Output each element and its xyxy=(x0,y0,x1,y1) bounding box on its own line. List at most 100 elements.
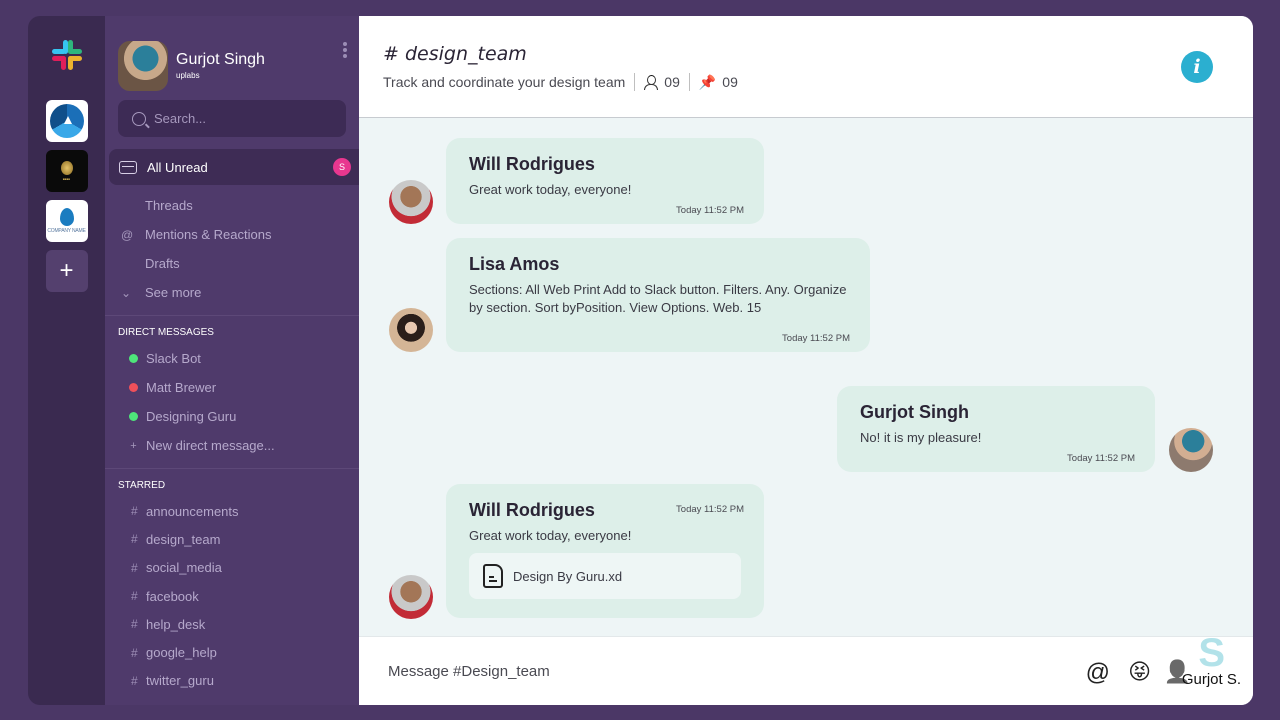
message-item: Lisa Amos Sections: All Web Print Add to… xyxy=(446,238,870,352)
plus-icon: + xyxy=(130,439,137,452)
crest-icon xyxy=(60,161,73,175)
search-placeholder: Search... xyxy=(154,111,207,126)
workspace-rail: ■■■■ COMPANY NAME + xyxy=(28,16,105,705)
channel-title: # design_team xyxy=(383,43,527,65)
message-timestamp: Today 11:52 PM xyxy=(676,504,744,515)
hash-icon: # xyxy=(131,532,138,547)
channel-label: facebook xyxy=(146,588,199,604)
message-timestamp: Today 11:52 PM xyxy=(782,333,850,344)
message-list: Will Rodrigues Great work today, everyon… xyxy=(359,118,1253,636)
watermark-text: Gurjot S. xyxy=(1181,671,1241,688)
starred-channel-design-team[interactable]: # design_team xyxy=(105,525,359,553)
workspace-label: COMPANY NAME xyxy=(47,228,86,234)
channel-label: design_team xyxy=(146,531,221,547)
nav-label: See more xyxy=(145,285,202,300)
starred-heading: STARRED xyxy=(118,480,166,491)
watermark-logo: S xyxy=(1198,631,1225,675)
add-workspace-button[interactable]: + xyxy=(45,250,88,292)
message-item: Will Rodrigues Today 11:52 PM Great work… xyxy=(446,484,764,618)
nav-label: All Unread xyxy=(147,159,208,175)
nav-mentions-reactions[interactable]: @ Mentions & Reactions xyxy=(105,220,359,249)
workspace-company-name[interactable]: COMPANY NAME xyxy=(45,200,88,242)
nav-drafts[interactable]: Drafts xyxy=(105,249,359,278)
workspace-logo-icon xyxy=(49,104,84,138)
new-direct-message-button[interactable]: + New direct message... xyxy=(105,431,359,460)
divider xyxy=(688,73,690,91)
divider xyxy=(634,73,636,91)
message-text: No! it is my pleasure! xyxy=(860,430,982,445)
avatar[interactable] xyxy=(1169,428,1213,472)
search-icon xyxy=(132,111,146,126)
unread-badge: S xyxy=(333,158,351,176)
profile-name: Gurjot Singh xyxy=(176,51,265,68)
channel-description: Track and coordinate your design team xyxy=(383,74,626,90)
channel-label: google_help xyxy=(146,645,217,661)
file-icon xyxy=(483,564,503,588)
starred-channel-list: # announcements # design_team # social_media #… xyxy=(105,497,359,695)
channel-label: social_media xyxy=(146,560,222,576)
message-timestamp: Today 11:52 PM xyxy=(1067,453,1135,464)
avatar[interactable] xyxy=(389,180,433,224)
inbox-icon xyxy=(119,160,137,174)
dm-label: New direct message... xyxy=(146,438,275,453)
starred-channel-help-desk[interactable]: # help_desk xyxy=(105,610,359,638)
nav-threads[interactable]: Threads xyxy=(105,191,359,220)
workspace-gold-crest[interactable]: ■■■■ xyxy=(45,150,88,192)
pins-count[interactable]: 09 xyxy=(722,74,738,90)
slack-logo-icon[interactable] xyxy=(50,38,84,72)
message-text: Great work today, everyone! xyxy=(469,182,632,197)
hash-icon: # xyxy=(131,560,138,575)
message-item-own: Gurjot Singh No! it is my pleasure! Toda… xyxy=(837,386,1155,472)
profile-header[interactable]: Gurjot Singh uplabs xyxy=(105,16,359,100)
message-author[interactable]: Gurjot Singh xyxy=(860,402,1132,423)
dm-label: Slack Bot xyxy=(146,351,201,366)
starred-channel-facebook[interactable]: # facebook xyxy=(105,582,359,610)
workspace-blue-circle[interactable] xyxy=(45,100,88,142)
slack-app: ■■■■ COMPANY NAME + Gurjot Singh uplabs … xyxy=(28,16,1253,705)
status-online-icon xyxy=(129,412,138,421)
hash-icon: # xyxy=(131,617,138,632)
at-icon: @ xyxy=(121,227,134,242)
profile-avatar[interactable] xyxy=(118,40,168,91)
nav-see-more[interactable]: ⌄ See more xyxy=(105,278,359,307)
starred-channel-twitter-guru[interactable]: # twitter_guru xyxy=(105,667,359,695)
dm-slack-bot[interactable]: Slack Bot xyxy=(105,344,359,373)
members-count[interactable]: 09 xyxy=(664,74,680,90)
message-input[interactable] xyxy=(388,662,988,680)
hash-icon: # xyxy=(131,673,138,688)
channel-label: help_desk xyxy=(146,616,206,632)
status-online-icon xyxy=(129,354,138,363)
channel-sidebar: Gurjot Singh uplabs Search... All Unread… xyxy=(105,16,359,705)
starred-channel-social-media[interactable]: # social_media xyxy=(105,554,359,582)
members-icon[interactable] xyxy=(644,74,659,90)
avatar[interactable] xyxy=(389,575,433,619)
nav-all-unread[interactable]: All Unread S xyxy=(109,149,359,185)
hash-icon: # xyxy=(131,589,138,604)
nav-label: Threads xyxy=(145,198,193,213)
message-author[interactable]: Lisa Amos xyxy=(469,254,847,275)
info-button[interactable]: i xyxy=(1181,51,1213,83)
dm-label: Matt Brewer xyxy=(146,380,217,395)
starred-channel-google-help[interactable]: # google_help xyxy=(105,638,359,666)
dm-matt-brewer[interactable]: Matt Brewer xyxy=(105,373,359,402)
message-text: Great work today, everyone! xyxy=(469,528,632,543)
file-attachment[interactable]: Design By Guru.xd xyxy=(469,553,741,599)
file-name: Design By Guru.xd xyxy=(513,568,623,584)
message-author[interactable]: Will Rodrigues xyxy=(469,154,741,175)
avatar[interactable] xyxy=(389,308,433,352)
workspace-logo-text: ■■■■ xyxy=(62,177,71,181)
channel-view: # design_team Track and coordinate your … xyxy=(359,16,1253,705)
dm-designing-guru[interactable]: Designing Guru xyxy=(105,402,359,431)
mention-icon[interactable]: @ xyxy=(1086,659,1110,687)
chevron-down-icon: ⌄ xyxy=(121,285,132,300)
message-timestamp: Today 11:52 PM xyxy=(676,205,744,216)
message-text: Sections: All Web Print Add to Slack but… xyxy=(469,282,847,315)
more-options-icon[interactable] xyxy=(343,42,347,58)
message-composer: @ 😝 👤 S Gurjot S. xyxy=(359,631,1253,705)
pin-icon[interactable]: 📌 xyxy=(699,74,716,91)
search-input[interactable]: Search... xyxy=(118,100,346,137)
profile-org: uplabs xyxy=(176,71,200,80)
starred-channel-announcements[interactable]: # announcements xyxy=(105,497,359,525)
channel-label: twitter_guru xyxy=(146,673,214,689)
emoji-icon[interactable]: 😝 xyxy=(1128,659,1151,685)
